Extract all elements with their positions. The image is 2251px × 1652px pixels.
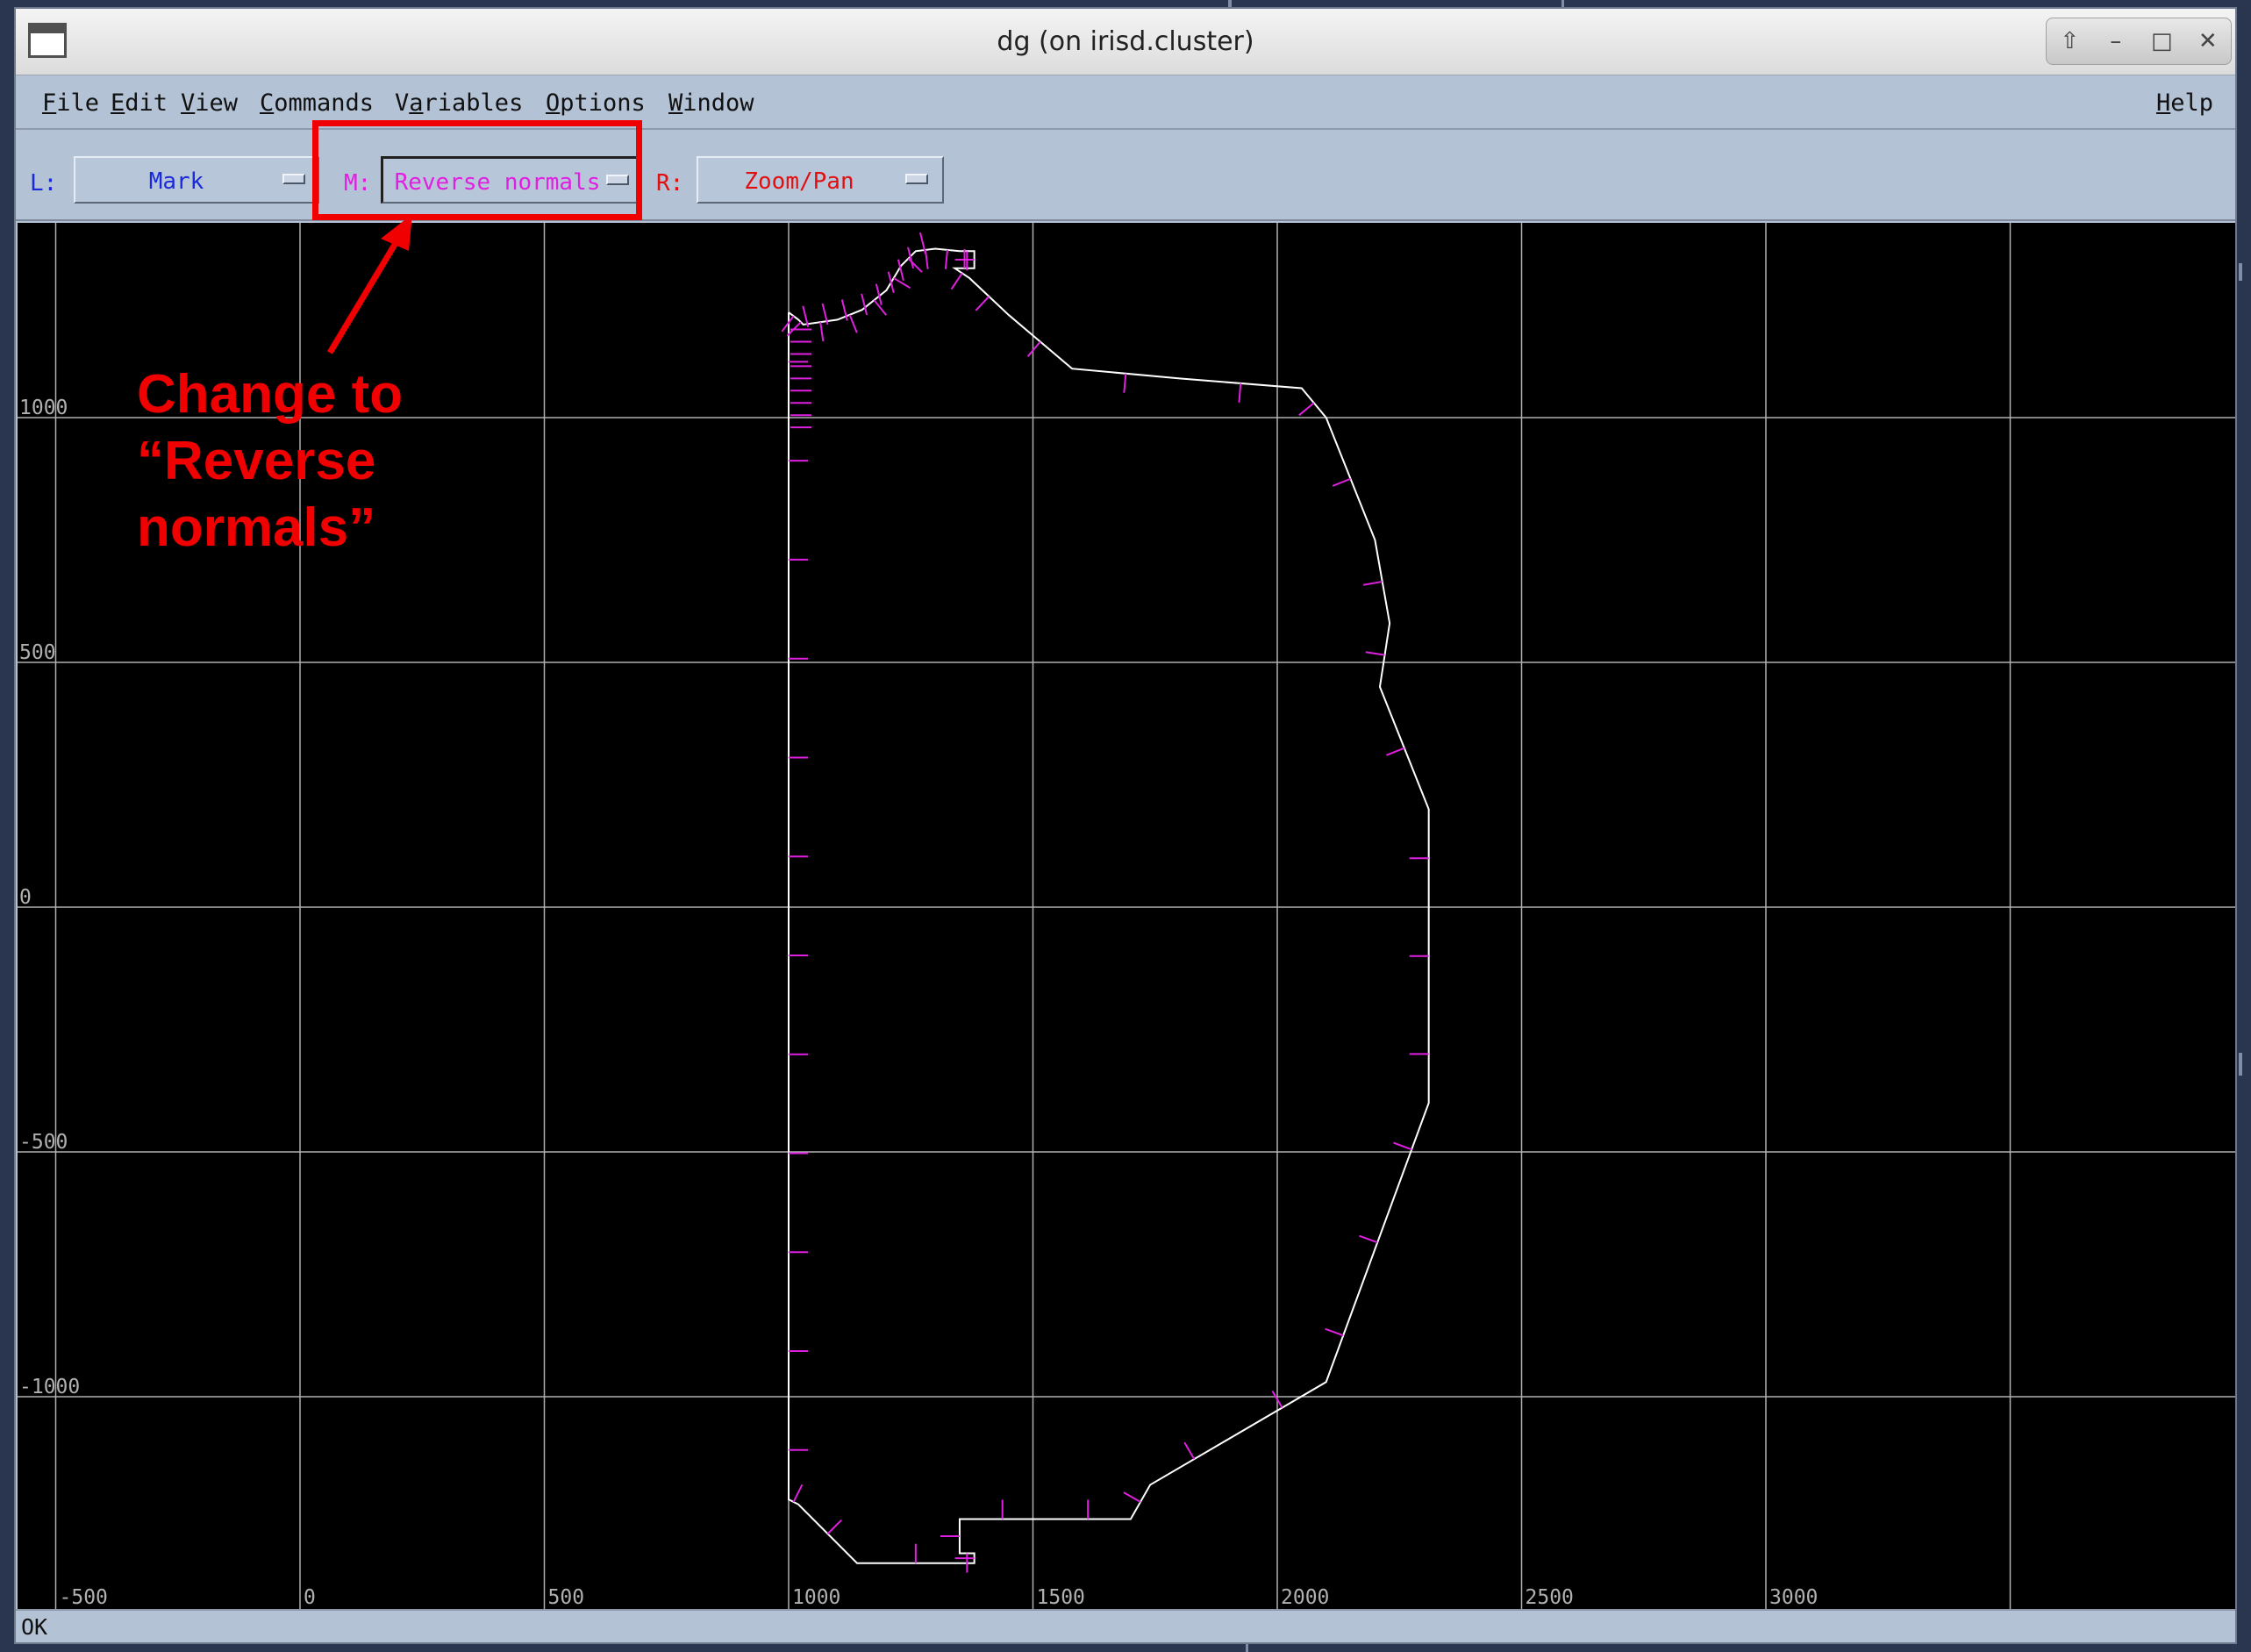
right-button-mode-select[interactable]: Zoom/Pan [697, 156, 944, 204]
highlight-box [312, 120, 642, 220]
normal-tick [1393, 1141, 1412, 1151]
y-tick-label: 1000 [19, 397, 68, 419]
normal-tick [1298, 402, 1315, 417]
x-tick-label: 2500 [1526, 1586, 1574, 1609]
normal-tick [1362, 580, 1383, 586]
normal-tick [1386, 747, 1405, 756]
minimize-icon[interactable]: – [2098, 28, 2133, 54]
annotation-line: normals” [137, 497, 376, 558]
normal-tick [848, 314, 858, 333]
desktop-streak [2239, 263, 2242, 281]
y-tick-label: -500 [19, 1131, 68, 1154]
title-bar[interactable]: dg (on irisd.cluster) ⇧ – □ ✕ [16, 9, 2235, 75]
menu-variables[interactable]: Variables [395, 89, 523, 117]
normal-tick [1123, 373, 1127, 393]
x-tick-label: -500 [60, 1586, 108, 1609]
menu-options[interactable]: Options [546, 89, 646, 117]
left-button-mode-select[interactable]: Mark [74, 156, 319, 204]
normal-tick [826, 1519, 842, 1534]
desktop-streak [2239, 1053, 2242, 1076]
menu-file[interactable]: File [42, 89, 99, 117]
normal-tick [1325, 1327, 1344, 1337]
x-tick-label: 500 [548, 1586, 585, 1609]
normal-tick [950, 272, 963, 290]
status-bar: OK [16, 1609, 2235, 1642]
normal-tick [893, 277, 911, 290]
normal-tick [792, 1484, 804, 1503]
y-tick-label: 0 [19, 886, 32, 909]
x-tick-label: 0 [304, 1586, 316, 1609]
status-text: OK [21, 1614, 48, 1640]
normal-tick [1183, 1441, 1196, 1460]
geometry-outline [788, 247, 1430, 1564]
right-button-mode-value: Zoom/Pan [744, 168, 854, 195]
shade-icon[interactable]: ⇧ [2052, 28, 2087, 54]
menu-commands[interactable]: Commands [260, 89, 374, 117]
maximize-icon[interactable]: □ [2144, 28, 2179, 54]
annotation-line: “Reverse [137, 431, 376, 491]
normal-tick [861, 293, 868, 316]
menu-view[interactable]: View [181, 89, 238, 117]
left-button-label: L: [30, 170, 58, 197]
window-controls: ⇧ – □ ✕ [2046, 18, 2232, 65]
left-button-mode-value: Mark [148, 168, 204, 195]
option-menu-indicator-icon [282, 174, 305, 184]
y-tick-label: 500 [19, 641, 56, 664]
x-tick-label: 2000 [1281, 1586, 1329, 1609]
normal-tick [1026, 340, 1041, 357]
right-button-label: R: [656, 170, 684, 197]
x-tick-label: 3000 [1769, 1586, 1818, 1609]
normal-tick [887, 271, 895, 293]
normal-tick [944, 249, 949, 269]
y-tick-label: -1000 [19, 1376, 80, 1398]
window-title: dg (on irisd.cluster) [997, 26, 1254, 57]
menu-window[interactable]: Window [668, 89, 754, 117]
normal-tick [975, 296, 990, 311]
menu-edit[interactable]: Edit [111, 89, 168, 117]
close-icon[interactable]: ✕ [2190, 28, 2226, 54]
option-menu-indicator-icon [905, 174, 928, 184]
annotation-line: Change to [137, 364, 404, 425]
menu-help[interactable]: Help [2156, 89, 2213, 117]
annotation-arrow [326, 214, 412, 354]
x-tick-label: 1000 [792, 1586, 840, 1609]
normal-tick [1365, 651, 1385, 656]
normal-tick [1332, 477, 1351, 487]
normal-tick [1359, 1234, 1378, 1244]
normal-tick [1238, 383, 1242, 403]
normal-tick [819, 322, 825, 342]
x-tick-label: 1500 [1037, 1586, 1085, 1609]
annotation-text: Change to “Reverse normals” [137, 361, 505, 561]
normal-tick [1123, 1491, 1141, 1503]
